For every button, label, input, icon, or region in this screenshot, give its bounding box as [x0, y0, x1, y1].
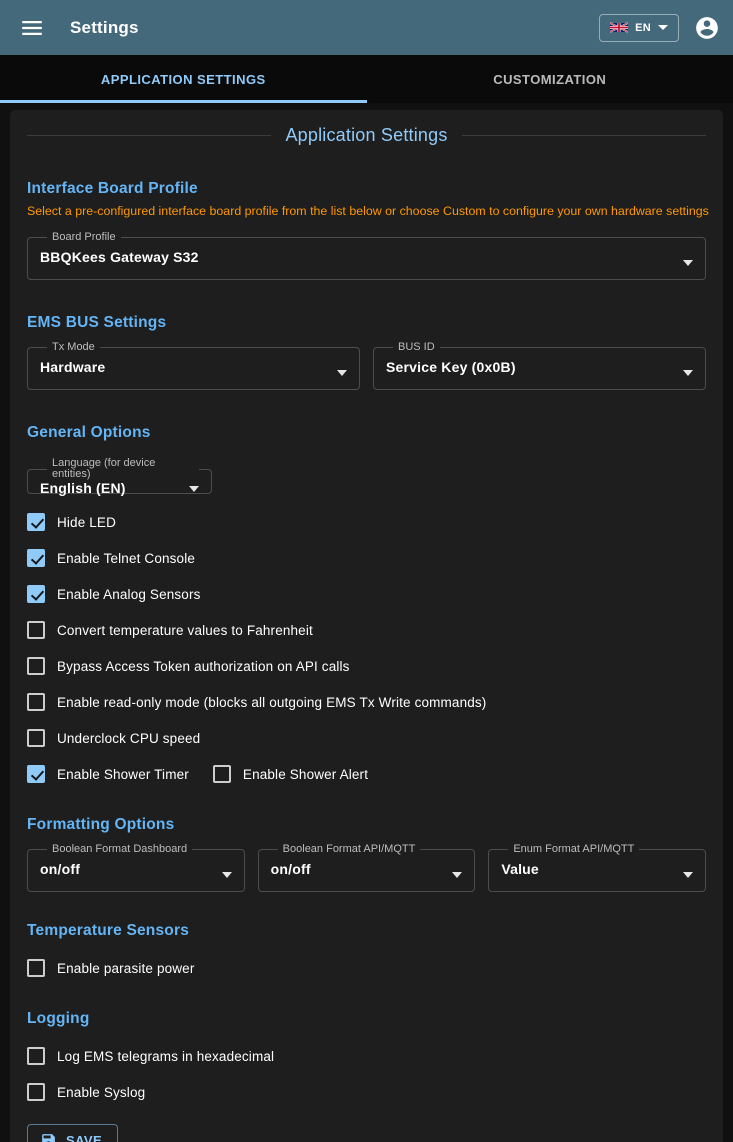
checkbox-icon[interactable] — [27, 657, 45, 675]
boolean-format-dashboard-select[interactable]: Boolean Format Dashboard on/off — [27, 844, 245, 892]
field-label: BUS ID — [393, 342, 440, 353]
checkbox-icon[interactable] — [27, 585, 45, 603]
section-description: Select a pre-configured interface board … — [27, 204, 706, 218]
checkbox-read-only-mode[interactable]: Enable read-only mode (blocks all outgoi… — [27, 693, 486, 711]
field-label: Tx Mode — [47, 342, 100, 353]
checkbox-icon[interactable] — [27, 1047, 45, 1065]
field-value: on/off — [271, 861, 463, 877]
checkbox-enable-shower-timer[interactable]: Enable Shower Timer — [27, 765, 189, 783]
language-code: EN — [635, 22, 651, 34]
checkbox-icon[interactable] — [27, 621, 45, 639]
account-circle-icon — [694, 15, 720, 41]
checkbox-icon[interactable] — [27, 959, 45, 977]
tab-label: APPLICATION SETTINGS — [101, 72, 266, 87]
bus-id-select[interactable]: BUS ID Service Key (0x0B) — [373, 342, 706, 390]
field-label: Boolean Format Dashboard — [47, 844, 192, 855]
checkbox-label: Bypass Access Token authorization on API… — [57, 659, 350, 674]
tab-label: CUSTOMIZATION — [493, 72, 606, 87]
checkbox-icon[interactable] — [27, 693, 45, 711]
checkbox-label: Hide LED — [57, 515, 116, 530]
dropdown-arrow-icon — [452, 872, 462, 878]
tab-application-settings[interactable]: APPLICATION SETTINGS — [0, 55, 367, 103]
checkbox-label: Enable read-only mode (blocks all outgoi… — [57, 695, 486, 710]
checkbox-label: Enable Shower Alert — [243, 767, 368, 782]
menu-icon — [22, 21, 42, 35]
checkbox-underclock-cpu[interactable]: Underclock CPU speed — [27, 729, 200, 747]
checkbox-bypass-access-token[interactable]: Bypass Access Token authorization on API… — [27, 657, 350, 675]
boolean-format-api-select[interactable]: Boolean Format API/MQTT on/off — [258, 844, 476, 892]
app-header: Settings EN — [0, 0, 733, 55]
field-value: Value — [501, 861, 693, 877]
checkbox-icon[interactable] — [27, 513, 45, 531]
menu-button[interactable] — [12, 8, 52, 48]
dropdown-arrow-icon — [222, 872, 232, 878]
divider — [27, 135, 271, 136]
divider — [462, 135, 706, 136]
uk-flag-icon — [610, 22, 628, 33]
field-value: English (EN) — [40, 480, 199, 496]
checkbox-icon[interactable] — [27, 549, 45, 567]
page-title-row: Application Settings — [27, 124, 706, 146]
section-heading-interface-board: Interface Board Profile — [27, 180, 706, 198]
checkbox-enable-telnet-console[interactable]: Enable Telnet Console — [27, 549, 195, 567]
language-selector[interactable]: EN — [599, 14, 679, 42]
account-button[interactable] — [693, 14, 721, 42]
page-header-title: Settings — [70, 18, 139, 38]
page-title: Application Settings — [285, 125, 447, 146]
checkbox-icon[interactable] — [213, 765, 231, 783]
checkbox-label: Log EMS telegrams in hexadecimal — [57, 1049, 274, 1064]
board-profile-select[interactable]: Board Profile BBQKees Gateway S32 — [27, 232, 706, 280]
field-value: BBQKees Gateway S32 — [40, 249, 693, 265]
checkbox-label: Enable Syslog — [57, 1085, 145, 1100]
settings-card: Application Settings Interface Board Pro… — [10, 110, 723, 1142]
tx-mode-select[interactable]: Tx Mode Hardware — [27, 342, 360, 390]
checkbox-label: Convert temperature values to Fahrenheit — [57, 623, 313, 638]
checkbox-label: Enable parasite power — [57, 961, 194, 976]
tab-customization[interactable]: CUSTOMIZATION — [367, 55, 733, 103]
field-value: on/off — [40, 861, 232, 877]
tab-bar: APPLICATION SETTINGS CUSTOMIZATION — [0, 55, 733, 103]
checkbox-log-ems-hex[interactable]: Log EMS telegrams in hexadecimal — [27, 1047, 274, 1065]
field-label: Boolean Format API/MQTT — [278, 844, 421, 855]
field-label: Enum Format API/MQTT — [508, 844, 639, 855]
field-label: Board Profile — [47, 232, 121, 243]
checkbox-label: Enable Telnet Console — [57, 551, 195, 566]
save-button-label: SAVE — [66, 1133, 102, 1142]
dropdown-arrow-icon — [683, 872, 693, 878]
field-value: Hardware — [40, 359, 347, 375]
checkbox-label: Underclock CPU speed — [57, 731, 200, 746]
checkbox-label: Enable Analog Sensors — [57, 587, 201, 602]
language-select[interactable]: Language (for device entities) English (… — [27, 458, 212, 494]
checkbox-convert-fahrenheit[interactable]: Convert temperature values to Fahrenheit — [27, 621, 313, 639]
section-heading-ems-bus: EMS BUS Settings — [27, 314, 706, 332]
section-heading-temperature: Temperature Sensors — [27, 922, 706, 940]
dropdown-arrow-icon — [683, 370, 693, 376]
dropdown-arrow-icon — [189, 486, 199, 492]
section-heading-general-options: General Options — [27, 424, 706, 442]
section-heading-logging: Logging — [27, 1010, 706, 1028]
save-button[interactable]: SAVE — [27, 1124, 118, 1142]
checkbox-hide-led[interactable]: Hide LED — [27, 513, 116, 531]
save-icon — [40, 1132, 57, 1142]
enum-format-api-select[interactable]: Enum Format API/MQTT Value — [488, 844, 706, 892]
field-label: Language (for device entities) — [47, 458, 199, 480]
checkbox-icon[interactable] — [27, 729, 45, 747]
checkbox-enable-analog-sensors[interactable]: Enable Analog Sensors — [27, 585, 201, 603]
dropdown-arrow-icon — [337, 370, 347, 376]
checkbox-enable-parasite-power[interactable]: Enable parasite power — [27, 959, 194, 977]
checkbox-enable-shower-alert[interactable]: Enable Shower Alert — [213, 765, 368, 783]
checkbox-label: Enable Shower Timer — [57, 767, 189, 782]
checkbox-enable-syslog[interactable]: Enable Syslog — [27, 1083, 145, 1101]
checkbox-icon[interactable] — [27, 1083, 45, 1101]
dropdown-arrow-icon — [683, 260, 693, 266]
caret-down-icon — [658, 25, 668, 30]
field-value: Service Key (0x0B) — [386, 359, 693, 375]
section-heading-formatting: Formatting Options — [27, 816, 706, 834]
general-options-checklist: Hide LED Enable Telnet Console Enable An… — [27, 504, 706, 792]
checkbox-icon[interactable] — [27, 765, 45, 783]
